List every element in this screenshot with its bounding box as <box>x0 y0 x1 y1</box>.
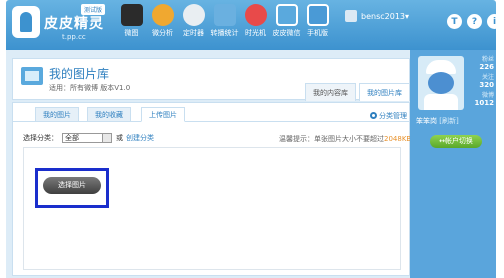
manage-label: 分类管理 <box>379 112 407 120</box>
avatar-body-shape <box>424 94 458 110</box>
nav-label: 微图 <box>124 29 139 37</box>
nav-item-time-machine[interactable]: 时光机 <box>240 3 271 38</box>
clock-icon <box>182 4 205 26</box>
chat-icon <box>275 4 298 26</box>
nav-item-wechat[interactable]: 皮皮微信 <box>271 3 302 38</box>
weibo-count[interactable]: 1012 <box>468 99 494 107</box>
nav-label: 时光机 <box>245 29 266 37</box>
phone-icon <box>306 4 329 26</box>
brand-title: 皮皮精灵 <box>44 16 104 32</box>
tab-my-pictures[interactable]: 我的图片库 <box>359 83 410 101</box>
camera-icon <box>120 4 143 26</box>
content-panel: 我的图片 我的收藏 上传图片 分类管理 选择分类： 全部 或 创建分类 温馨提示… <box>12 102 418 276</box>
nav-label: 微分析 <box>152 29 173 37</box>
line-chart-icon <box>213 4 236 26</box>
beta-badge: 测试版 <box>81 4 106 15</box>
profile-sidebar: 粉丝 226 关注 320 微博 1012 笨笨岗 [刷新] 帐户切换 <box>410 50 496 278</box>
subtab-my-pictures[interactable]: 我的图片 <box>35 107 79 122</box>
or-label: 或 <box>116 134 123 142</box>
nav-label: 皮皮微信 <box>272 29 301 37</box>
avatar <box>345 10 357 22</box>
picture-library-icon <box>21 67 43 85</box>
size-tip: 温馨提示：单张图片大小不要超过2048KB。 <box>279 134 418 144</box>
tip-prefix: 温馨提示：单张图片大小不要超过 <box>279 135 384 143</box>
nickname: 笨笨岗 [刷新] <box>416 116 459 126</box>
following-count[interactable]: 320 <box>468 81 494 89</box>
filter-label: 选择分类： <box>23 134 58 142</box>
spiral-icon <box>244 4 267 26</box>
nav-item-weitu[interactable]: 微图 <box>116 3 147 38</box>
pie-chart-icon <box>151 4 174 26</box>
refresh-link[interactable]: [刷新] <box>439 117 458 125</box>
username: bensc2013 <box>361 11 405 21</box>
stat-label: 粉丝 <box>481 56 494 63</box>
main-nav: 微图 微分析 定时器 转播统计 时光机 皮皮微信 手机版 <box>116 3 333 38</box>
stat-label: 微博 <box>481 92 494 99</box>
tab-my-content[interactable]: 我的内容库 <box>305 83 356 101</box>
info-button[interactable]: i <box>487 14 502 29</box>
nav-label: 手机版 <box>307 29 328 37</box>
nav-label: 定时器 <box>183 29 204 37</box>
choose-image-button[interactable]: 选择图片 <box>43 177 101 194</box>
page-title: 我的图片库 <box>49 67 110 81</box>
skin-button[interactable]: T <box>447 14 462 29</box>
top-bar: 皮皮精灵 测试版 t.pp.cc 微图 微分析 定时器 转播统计 时光机 皮皮微… <box>6 0 502 50</box>
pipi-logo-icon[interactable] <box>12 6 40 38</box>
profile-stats: 粉丝 226 关注 320 微博 1012 <box>468 54 494 108</box>
subtab-my-favorites[interactable]: 我的收藏 <box>87 107 131 122</box>
user-menu[interactable]: bensc2013 ▾ <box>345 10 409 22</box>
upload-area <box>23 147 401 270</box>
avatar[interactable] <box>418 56 464 110</box>
category-select[interactable]: 全部 <box>62 133 112 143</box>
create-category-link[interactable]: 创建分类 <box>126 133 154 143</box>
category-manage-link[interactable]: 分类管理 <box>370 111 407 121</box>
nav-item-timer[interactable]: 定时器 <box>178 3 209 38</box>
chevron-down-icon: ▾ <box>405 11 410 21</box>
nav-label: 转播统计 <box>210 29 239 37</box>
gear-icon <box>370 112 377 119</box>
page-subtitle: 适用：所有微博 版本V1.0 <box>49 84 131 92</box>
stat-label: 关注 <box>481 74 494 81</box>
brand-url: t.pp.cc <box>62 33 86 41</box>
help-button[interactable]: ? <box>467 14 482 29</box>
avatar-face-shape <box>428 72 454 94</box>
main-panel: 我的图片库 适用：所有微博 版本V1.0 我的内容库 我的图片库 我的图片 我的… <box>6 50 418 278</box>
top-buttons: T ? i <box>442 14 502 29</box>
switch-account-button[interactable]: 帐户切换 <box>430 135 482 148</box>
nav-item-analysis[interactable]: 微分析 <box>147 3 178 38</box>
category-filter: 选择分类： 全部 或 创建分类 <box>23 133 154 143</box>
nickname-text: 笨笨岗 <box>416 117 437 125</box>
nav-item-mobile[interactable]: 手机版 <box>302 3 333 38</box>
page-header: 我的图片库 适用：所有微博 版本V1.0 我的内容库 我的图片库 <box>12 58 410 101</box>
nav-item-repost-stats[interactable]: 转播统计 <box>209 3 240 38</box>
followers-count[interactable]: 226 <box>468 63 494 71</box>
tip-size: 2048KB <box>384 135 412 143</box>
subtab-upload[interactable]: 上传图片 <box>141 107 185 122</box>
